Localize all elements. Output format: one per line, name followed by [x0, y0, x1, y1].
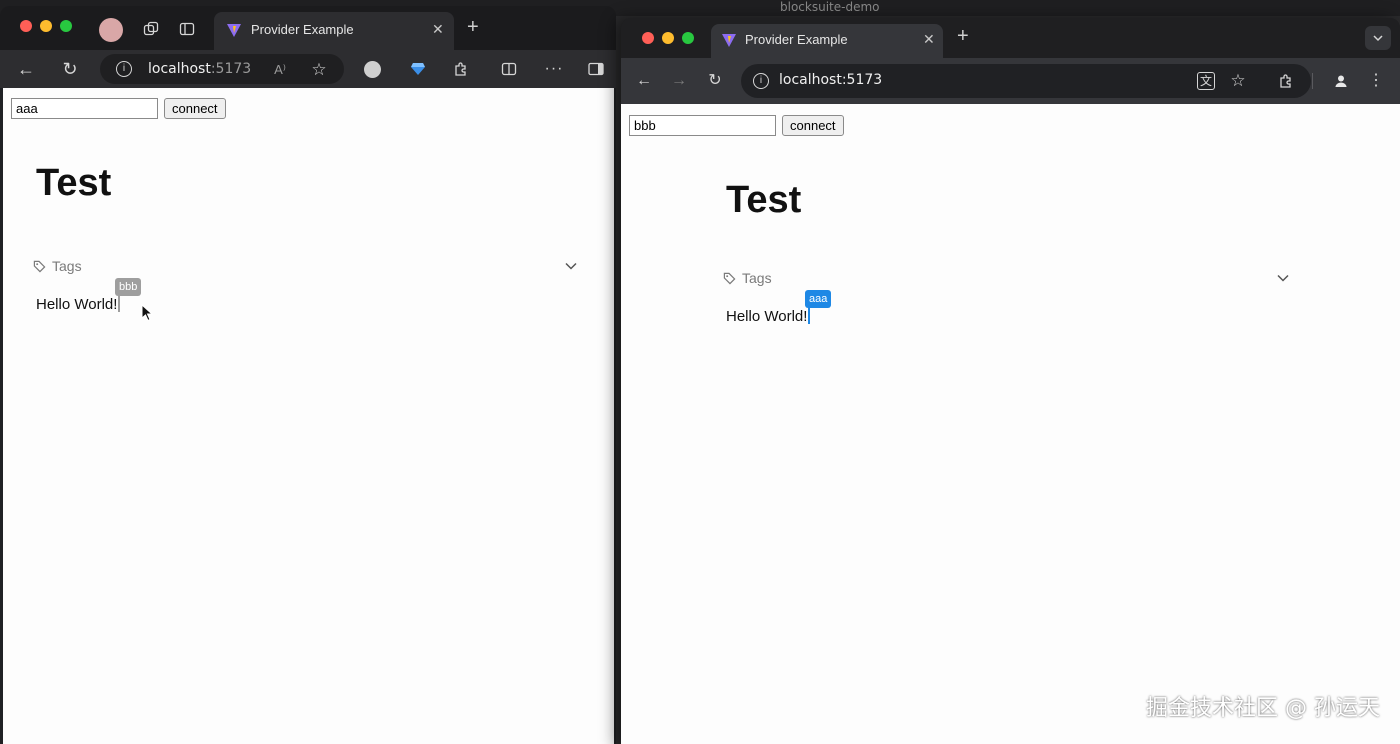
- page-content: connect Test Tags Hello World! aaa: [621, 104, 1400, 744]
- connect-button[interactable]: connect: [164, 98, 226, 119]
- refresh-icon[interactable]: ↻: [60, 60, 80, 78]
- address-url: localhost:5173: [779, 72, 883, 88]
- window-controls: [642, 32, 694, 44]
- site-info-icon[interactable]: i: [116, 61, 132, 77]
- bookmark-star-icon[interactable]: ☆: [1229, 71, 1247, 89]
- favorite-icon[interactable]: ☆: [310, 60, 328, 78]
- new-tab-button[interactable]: +: [957, 25, 969, 48]
- tags-label: Tags: [52, 258, 82, 274]
- minimize-window-button[interactable]: [662, 32, 674, 44]
- extension-gem-icon[interactable]: [409, 60, 427, 78]
- tab-bar: Provider Example ✕ +: [0, 6, 616, 50]
- username-input[interactable]: [11, 98, 158, 119]
- tags-row[interactable]: Tags: [33, 258, 82, 274]
- paragraph-block[interactable]: Hello World!: [726, 306, 811, 325]
- tags-row[interactable]: Tags: [723, 270, 772, 286]
- remote-cursor-label: bbb: [115, 278, 142, 296]
- tab-bar: Provider Example ✕ +: [621, 18, 1400, 58]
- extensions-icon[interactable]: [1277, 72, 1295, 90]
- address-bar[interactable]: i localhost:5173 文 ☆: [741, 64, 1311, 98]
- mouse-pointer-icon: [141, 304, 153, 322]
- back-icon[interactable]: ←: [16, 60, 36, 78]
- menu-more-icon[interactable]: ⋮: [1368, 72, 1384, 90]
- watermark: 掘金技术社区 @ 孙运天: [1146, 696, 1380, 721]
- tab-title: Provider Example: [745, 32, 848, 47]
- vite-favicon-icon: [722, 34, 736, 47]
- maximize-window-button[interactable]: [60, 20, 72, 32]
- close-window-button[interactable]: [642, 32, 654, 44]
- more-icon[interactable]: ···: [544, 60, 564, 78]
- close-tab-icon[interactable]: ✕: [432, 21, 444, 38]
- chevron-down-icon[interactable]: [1276, 271, 1290, 285]
- maximize-window-button[interactable]: [682, 32, 694, 44]
- doc-title[interactable]: Test: [36, 162, 111, 205]
- edge-window: Provider Example ✕ + ← ↻ i localhost:517…: [0, 6, 616, 744]
- translate-icon[interactable]: 文: [1197, 72, 1215, 90]
- toolbar-divider: [1312, 73, 1313, 89]
- close-tab-icon[interactable]: ✕: [923, 31, 935, 48]
- toolbar: ← ↻ i localhost:5173 A⁾ ☆ ···: [0, 50, 616, 88]
- paragraph-text: Hello World!: [726, 308, 808, 325]
- remote-caret: [118, 294, 121, 312]
- profile-avatar-icon[interactable]: [99, 18, 123, 42]
- back-icon[interactable]: ←: [635, 72, 653, 90]
- tag-icon: [723, 272, 736, 284]
- address-url: localhost:5173: [148, 61, 252, 77]
- new-tab-button[interactable]: +: [467, 16, 479, 39]
- site-info-icon[interactable]: i: [753, 73, 769, 89]
- paragraph-text: Hello World!: [36, 296, 118, 313]
- tab-title: Provider Example: [251, 22, 354, 37]
- tab-provider-example[interactable]: Provider Example ✕: [711, 24, 943, 58]
- address-bar[interactable]: i localhost:5173 A⁾ ☆: [100, 54, 344, 84]
- tag-icon: [33, 260, 46, 272]
- username-input[interactable]: [629, 115, 776, 136]
- doc-title[interactable]: Test: [726, 179, 801, 222]
- sidebar-icon[interactable]: [587, 60, 605, 78]
- profile-icon[interactable]: [1332, 72, 1350, 90]
- remote-caret: [808, 306, 811, 324]
- tab-search-chevron-icon[interactable]: [1365, 26, 1391, 50]
- workspaces-icon[interactable]: [142, 20, 160, 38]
- menubar-title: blocksuite-demo: [780, 0, 880, 14]
- remote-cursor-label: aaa: [805, 290, 832, 308]
- reload-icon[interactable]: ↻: [706, 72, 724, 90]
- window-controls: [20, 20, 72, 32]
- vertical-tabs-icon[interactable]: [178, 20, 196, 38]
- extensions-icon[interactable]: [452, 60, 470, 78]
- tab-provider-example[interactable]: Provider Example ✕: [214, 12, 454, 50]
- vite-favicon-icon: [227, 24, 241, 37]
- split-screen-icon[interactable]: [500, 60, 518, 78]
- minimize-window-button[interactable]: [40, 20, 52, 32]
- read-aloud-icon[interactable]: A⁾: [271, 61, 289, 77]
- connect-button[interactable]: connect: [782, 115, 844, 136]
- toolbar: ← → ↻ i localhost:5173 文 ☆ ⋮: [621, 58, 1400, 104]
- forward-icon[interactable]: →: [670, 72, 688, 90]
- chrome-window: Provider Example ✕ + ← → ↻ i localhost:5…: [621, 18, 1400, 744]
- chevron-down-icon[interactable]: [564, 259, 578, 273]
- page-content: connect Test Tags Hello World! bbb: [3, 88, 614, 744]
- tags-label: Tags: [742, 270, 772, 286]
- paragraph-block[interactable]: Hello World!: [36, 294, 121, 313]
- close-window-button[interactable]: [20, 20, 32, 32]
- extension-globe-icon[interactable]: [364, 61, 381, 78]
